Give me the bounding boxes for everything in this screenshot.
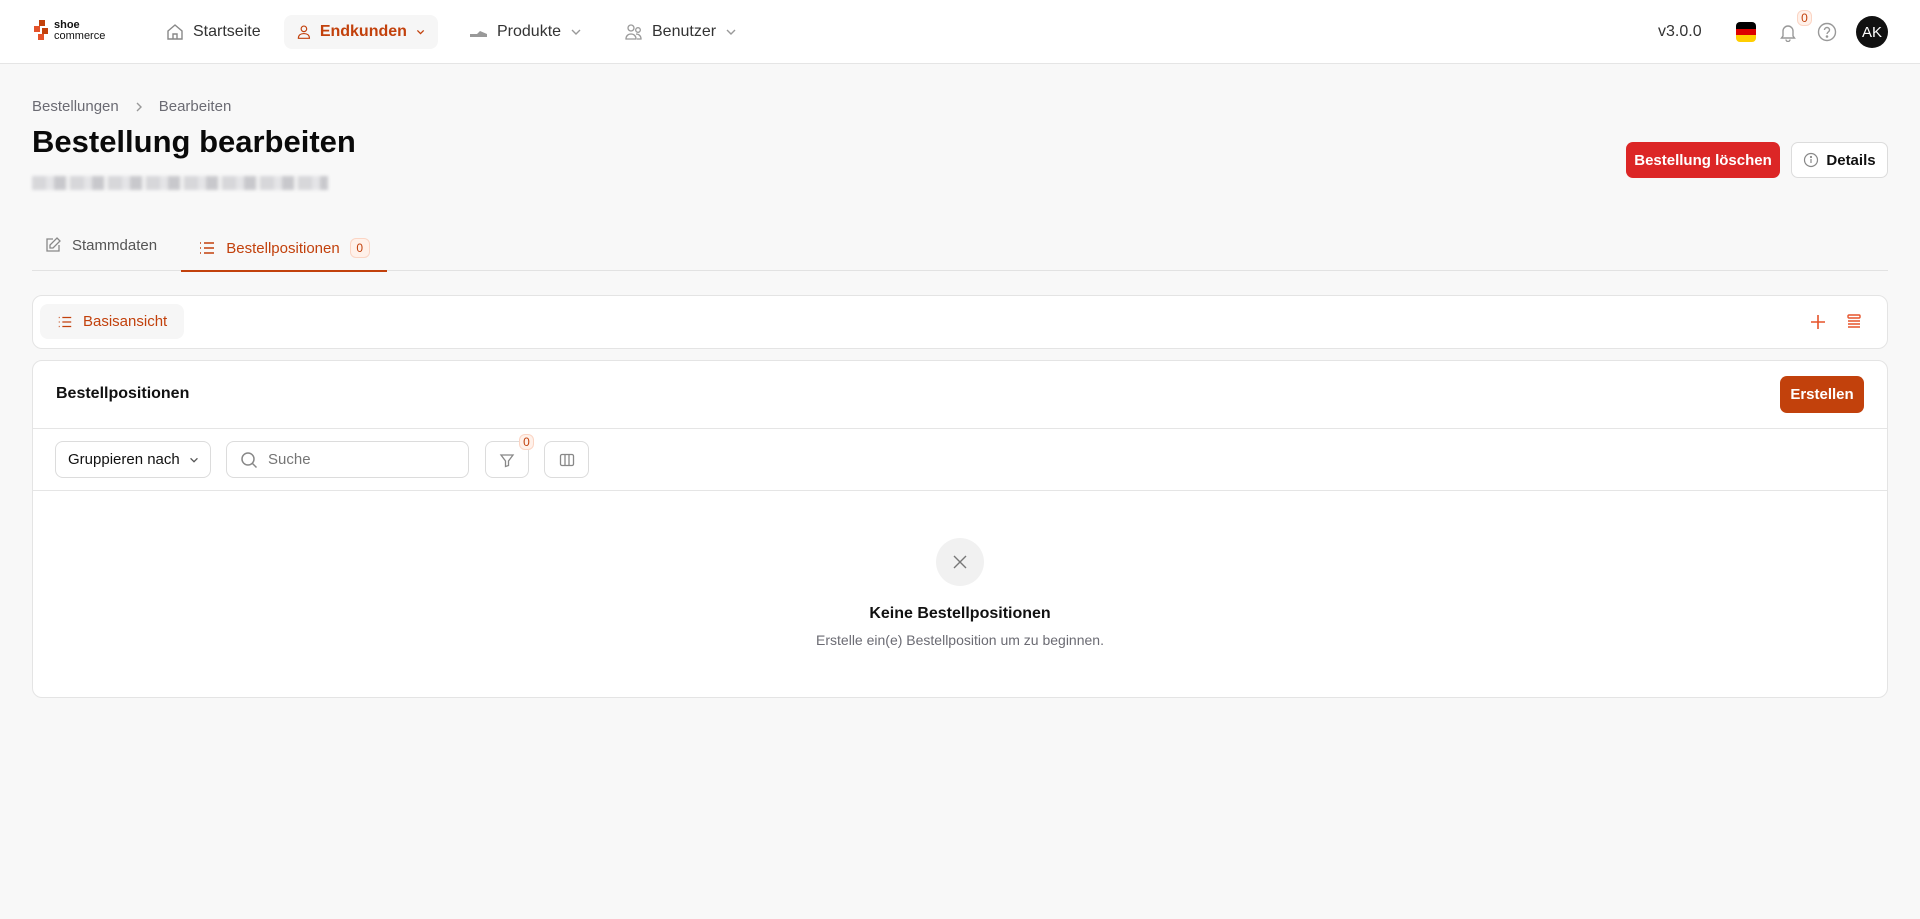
breadcrumb-bearbeiten: Bearbeiten (158, 98, 232, 115)
user-icon (297, 25, 311, 39)
divider (33, 428, 1887, 429)
page-title: Bestellung bearbeiten (32, 124, 356, 159)
version-label: v3.0.0 (1658, 23, 1702, 40)
nav-benutzer[interactable]: Benutzer (612, 15, 750, 49)
view-basisansicht[interactable]: Basisansicht (40, 304, 184, 339)
nav-label: Startseite (193, 23, 261, 40)
tab-label: Stammdaten (72, 236, 158, 254)
breadcrumb-bestellungen[interactable]: Bestellungen (32, 98, 119, 115)
x-icon (953, 555, 967, 569)
redacted-subtitle (32, 176, 328, 190)
list-icon (58, 316, 72, 327)
help-icon[interactable] (1817, 22, 1837, 42)
users-icon (625, 24, 642, 40)
avatar[interactable]: AK (1856, 16, 1888, 48)
search-icon (241, 451, 258, 468)
nav-produkte[interactable]: Produkte (457, 15, 595, 49)
divider (33, 490, 1887, 491)
nav-label: Benutzer (652, 23, 717, 40)
columns-button[interactable] (544, 441, 589, 478)
logo-mark-icon (34, 20, 48, 40)
search-input[interactable] (226, 441, 469, 478)
details-label: Details (1826, 151, 1876, 169)
chevron-down-icon (416, 29, 425, 35)
empty-state-title: Keine Bestellpositionen (869, 605, 1051, 622)
add-view-icon[interactable] (1809, 313, 1827, 331)
tab-count-badge: 0 (349, 238, 370, 258)
empty-state-subtitle: Erstelle ein(e) Bestellposition um zu be… (816, 632, 1104, 648)
group-by-label: Gruppieren nach (68, 451, 180, 468)
brand-logo[interactable]: shoe commerce (34, 20, 105, 42)
de-flag-icon[interactable] (1736, 22, 1756, 42)
delete-order-button[interactable]: Bestellung löschen (1626, 142, 1780, 178)
edit-icon (46, 237, 61, 252)
nav-endkunden[interactable]: Endkunden (284, 15, 438, 49)
nav-label: Produkte (497, 23, 562, 40)
home-icon (167, 24, 183, 40)
list-title: Bestellpositionen (56, 385, 190, 402)
breadcrumb: Bestellungen Bearbeiten (32, 98, 231, 115)
views-bar (32, 295, 1888, 349)
group-by-select[interactable]: Gruppieren nach (55, 441, 211, 478)
view-label: Basisansicht (83, 313, 168, 330)
empty-state-icon (936, 538, 984, 586)
brand-line2: commerce (54, 30, 106, 42)
tab-bestellpositionen[interactable]: Bestellpositionen 0 (181, 226, 387, 272)
tab-label: Bestellpositionen (226, 239, 340, 257)
shoe-icon (470, 31, 487, 37)
info-icon (1804, 152, 1819, 168)
columns-icon (559, 453, 574, 466)
chevron-right-icon (136, 102, 142, 111)
list-icon (200, 242, 215, 254)
manage-views-icon[interactable] (1845, 313, 1863, 331)
nav-startseite[interactable]: Startseite (153, 15, 273, 49)
create-button[interactable]: Erstellen (1780, 376, 1864, 413)
chevron-down-icon (726, 29, 736, 35)
chevron-down-icon (189, 457, 198, 463)
tab-stammdaten[interactable]: Stammdaten (44, 236, 157, 254)
filter-icon (499, 453, 515, 467)
notification-count-badge: 0 (1797, 10, 1812, 26)
bell-icon[interactable] (1778, 22, 1798, 42)
filter-count-badge: 0 (519, 434, 534, 450)
details-button[interactable]: Details (1791, 142, 1888, 178)
nav-label: Endkunden (319, 23, 407, 40)
chevron-down-icon (571, 29, 581, 35)
search-field[interactable] (268, 451, 448, 468)
